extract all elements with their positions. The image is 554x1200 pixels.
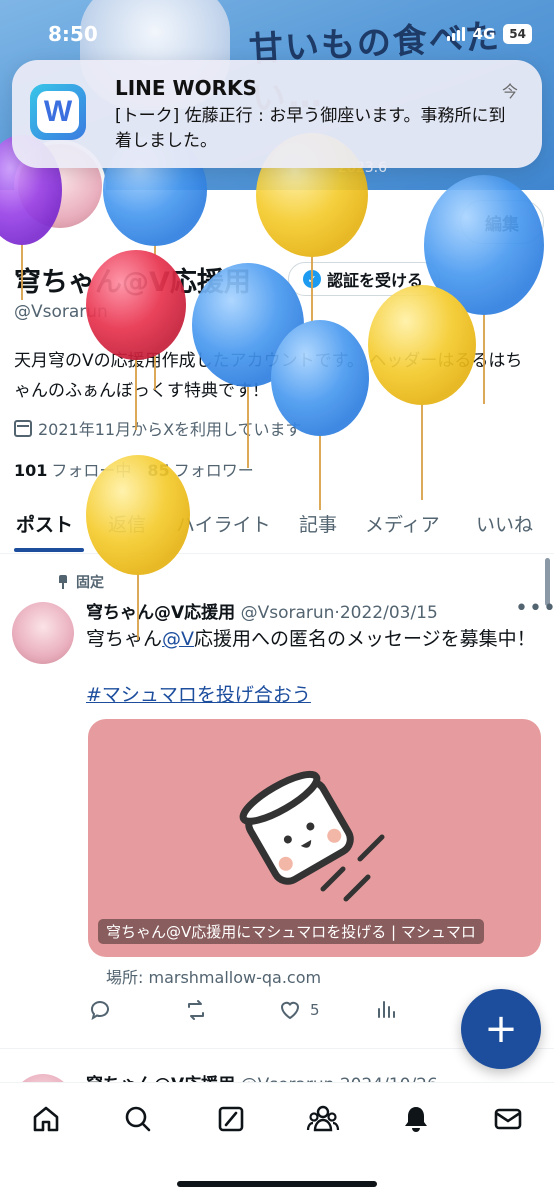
network-type: 4G (472, 25, 496, 43)
nav-notifications[interactable] (396, 1099, 436, 1139)
reply-button[interactable] (88, 998, 112, 1022)
line-works-app-icon: W (30, 84, 86, 140)
status-time: 8:50 (48, 22, 98, 46)
tab-posts[interactable]: ポスト (16, 510, 73, 537)
messages-icon (494, 1108, 522, 1130)
card-domain[interactable]: 場所: marshmallow-qa.com (106, 964, 321, 988)
repost-button[interactable] (184, 998, 208, 1022)
nav-communities[interactable] (303, 1099, 343, 1139)
link-preview-card[interactable]: 穹ちゃん@V応援用にマシュマロを投げる | マシュマロ (88, 719, 541, 957)
post-hashtag-link[interactable]: #マシュマロを投げ合おう (86, 680, 311, 707)
communities-icon (306, 1105, 340, 1132)
search-icon (125, 1106, 151, 1132)
post-date[interactable]: 2022/03/15 (340, 603, 438, 623)
calendar-icon (14, 419, 32, 437)
post-text-suffix: 応援用への匿名のメッセージを募集中！ (194, 628, 536, 650)
verified-badge-icon: ✓ (303, 270, 321, 288)
profile-joined-date: 2021年11月からXを利用しています (14, 416, 302, 440)
post-author-handle[interactable]: @Vsorarun (241, 603, 335, 623)
followers-link[interactable]: 85 フォロワー (147, 461, 253, 480)
home-icon (33, 1106, 59, 1132)
status-bar: 8:50 4G 54 (0, 0, 554, 60)
followers-label: フォロワー (173, 461, 254, 480)
profile-display-name: 穹ちゃん@V応援用 (14, 267, 251, 298)
post-text-prefix: 穹ちゃん (86, 628, 163, 650)
tab-likes[interactable]: いいね (476, 510, 533, 537)
compose-post-button[interactable]: + (461, 989, 541, 1069)
repost-icon (188, 1000, 204, 1020)
pinned-label: 固定 (76, 575, 104, 591)
post-text: 穹ちゃん@V応援用への匿名のメッセージを募集中！ (86, 625, 536, 653)
like-icon (280, 1001, 300, 1020)
profile-bio: 天月穹のVの応援用作成したアカウントです。 ヘッダーはるるはちゃんのふぁんぼっく… (14, 351, 523, 401)
more-options-icon[interactable]: ••• (515, 596, 554, 621)
followers-count: 85 (147, 461, 170, 480)
notification-banner[interactable]: W LINE WORKS 今 [トーク] 佐藤正行 : お早う御座います。事務所… (12, 60, 542, 168)
status-indicators: 4G 54 (446, 24, 532, 44)
like-button[interactable]: 5 (278, 998, 320, 1022)
post-avatar[interactable] (12, 602, 74, 664)
nav-home[interactable] (26, 1099, 66, 1139)
joined-label: 2021年11月からXを利用しています (38, 420, 302, 439)
follow-stats: 101 フォロー中 85 フォロワー (14, 457, 254, 481)
reply-icon (91, 1001, 109, 1021)
views-icon (378, 1001, 395, 1018)
post-mention-link[interactable]: @V (162, 628, 194, 650)
pin-icon (58, 575, 68, 589)
pinned-indicator: 固定 (58, 572, 104, 592)
like-count: 5 (310, 1001, 320, 1019)
get-verified-button[interactable]: ✓ 認証を受ける (288, 262, 441, 296)
signal-icon (446, 27, 465, 41)
battery-icon: 54 (503, 24, 532, 44)
profile-handle: @Vsorarun (14, 302, 108, 322)
nav-messages[interactable] (488, 1099, 528, 1139)
post-actions: 5 (88, 998, 448, 1024)
nav-search[interactable] (118, 1099, 158, 1139)
get-verified-label: 認証を受ける (327, 271, 424, 290)
post-header: 穹ちゃん@V応援用 @Vsorarun·2022/03/15 (86, 598, 438, 623)
profile-tabs: ポスト 返信 ハイライト 記事 メディア いいね (0, 498, 554, 554)
tab-replies[interactable]: 返信 (108, 510, 146, 537)
views-button[interactable] (375, 998, 397, 1020)
active-tab-indicator (14, 548, 84, 552)
notification-body: [トーク] 佐藤正行 : お早う御座います。事務所に到着しました。 (115, 106, 506, 151)
notifications-icon (405, 1107, 427, 1132)
tab-articles[interactable]: 記事 (299, 510, 337, 537)
following-link[interactable]: 101 フォロー中 (14, 461, 131, 480)
tab-media[interactable]: メディア (365, 510, 440, 537)
edit-profile-button[interactable]: 編集 (460, 200, 544, 244)
line-works-logo: W (37, 91, 79, 133)
card-caption: 穹ちゃん@V応援用にマシュマロを投げる | マシュマロ (98, 919, 484, 944)
nav-grok[interactable] (211, 1099, 251, 1139)
home-indicator (177, 1181, 377, 1187)
notification-app-name: LINE WORKS (115, 76, 257, 100)
post-author-name[interactable]: 穹ちゃん@V応援用 (86, 603, 235, 623)
notification-time: 今 (501, 82, 518, 101)
tab-highlights[interactable]: ハイライト (176, 510, 271, 537)
following-count: 101 (14, 461, 48, 480)
following-label: フォロー中 (51, 461, 132, 480)
grok-icon (218, 1106, 244, 1132)
